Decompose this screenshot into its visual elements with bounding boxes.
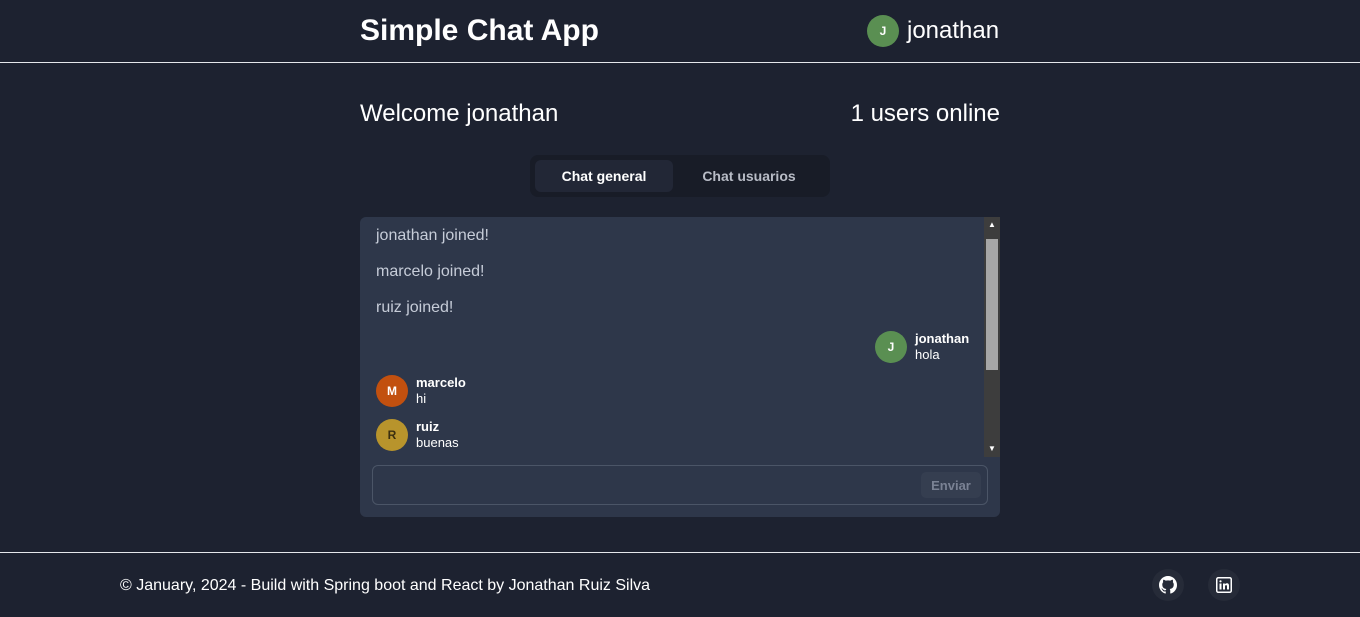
app-title: Simple Chat App <box>360 14 599 47</box>
message-input[interactable] <box>381 472 911 498</box>
linkedin-icon <box>1216 577 1232 593</box>
online-count: 1 users online <box>850 100 1000 127</box>
message-sender: jonathan <box>915 331 970 346</box>
linkedin-link[interactable] <box>1208 569 1240 601</box>
avatar: J <box>867 15 899 47</box>
message: R ruiz buenas <box>376 419 459 451</box>
github-link[interactable] <box>1152 569 1184 601</box>
message-composer: Enviar <box>372 465 988 505</box>
copyright-text: © January, 2024 - Build with Spring boot… <box>120 577 651 594</box>
welcome-text: Welcome jonathan <box>360 100 559 127</box>
message: M marcelo hi <box>376 375 466 407</box>
avatar: M <box>376 375 408 407</box>
message-list[interactable]: jonathan joined! marcelo joined! ruiz jo… <box>360 217 984 457</box>
message-text: hola <box>915 347 940 362</box>
send-button[interactable]: Enviar <box>921 472 981 498</box>
system-message: ruiz joined! <box>376 299 454 316</box>
message-text: hi <box>416 391 427 406</box>
current-user-name: jonathan <box>907 17 1000 44</box>
avatar: R <box>376 419 408 451</box>
chat-panel: jonathan joined! marcelo joined! ruiz jo… <box>360 217 1000 517</box>
app-header: Simple Chat App J jonathan <box>0 0 1360 63</box>
scrollbar[interactable]: ▲ ▼ <box>984 217 1000 457</box>
system-message: marcelo joined! <box>376 263 485 280</box>
scroll-thumb[interactable] <box>986 239 998 370</box>
current-user: J jonathan <box>867 15 999 47</box>
scroll-down-arrow-icon[interactable]: ▼ <box>984 441 1000 457</box>
message-own: J jonathan hola <box>875 331 969 363</box>
message-sender: marcelo <box>416 375 466 390</box>
tab-chat-general[interactable]: Chat general <box>535 160 673 192</box>
footer: © January, 2024 - Build with Spring boot… <box>0 552 1360 617</box>
message-sender: ruiz <box>416 419 440 434</box>
system-message: jonathan joined! <box>376 227 489 244</box>
tab-chat-usuarios[interactable]: Chat usuarios <box>673 160 825 192</box>
chat-tabs: Chat general Chat usuarios <box>530 155 830 197</box>
scroll-up-arrow-icon[interactable]: ▲ <box>984 217 1000 233</box>
avatar: J <box>875 331 907 363</box>
message-text: buenas <box>416 435 459 450</box>
github-icon <box>1159 576 1177 594</box>
